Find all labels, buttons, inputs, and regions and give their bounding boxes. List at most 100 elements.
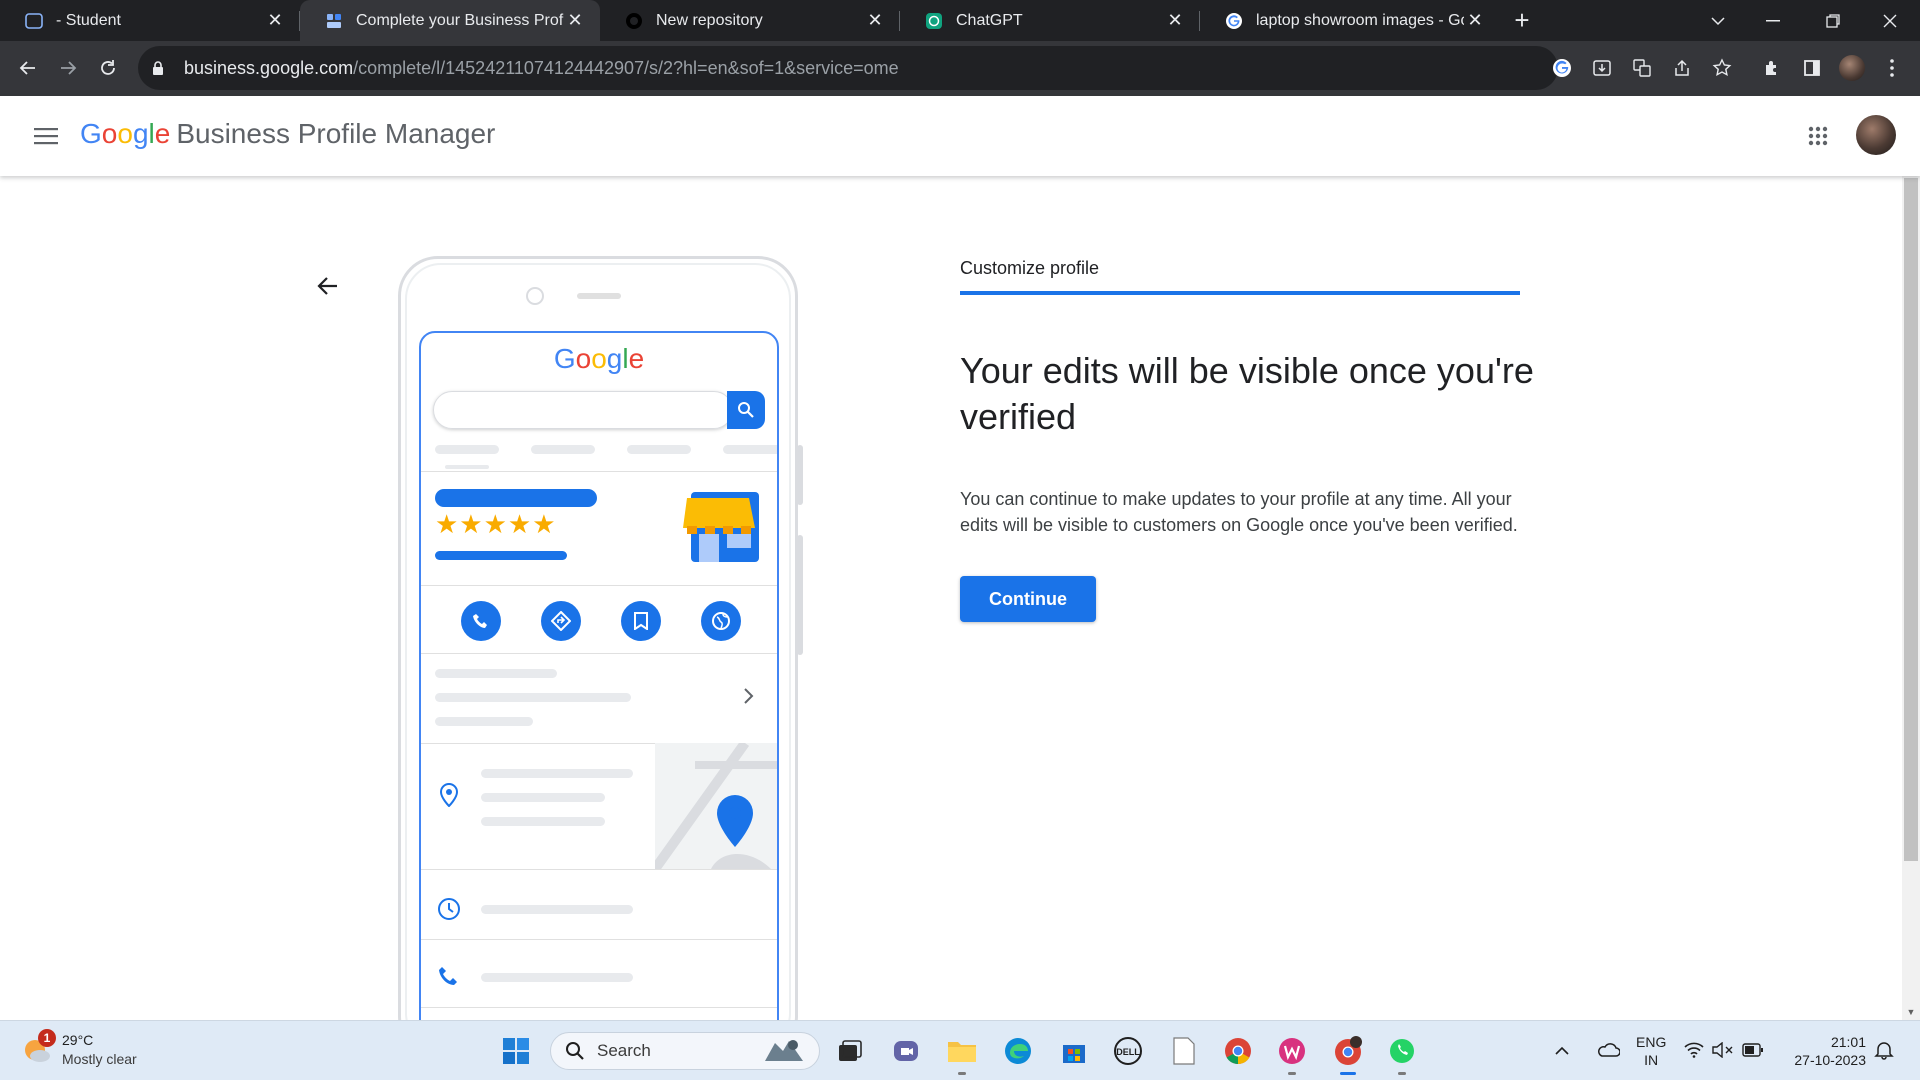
phone-speaker <box>577 293 621 299</box>
close-tab-icon[interactable]: ✕ <box>1164 10 1186 32</box>
close-tab-icon[interactable]: ✕ <box>264 10 286 32</box>
profile-avatar-icon[interactable] <box>1832 48 1872 88</box>
wifi-icon[interactable] <box>1684 1042 1704 1061</box>
app-header: Google Business Profile Manager <box>0 96 1920 176</box>
tab-title: - Student <box>56 11 121 29</box>
chrome-menu-icon[interactable] <box>1872 48 1912 88</box>
forward-arrow-icon[interactable] <box>48 48 88 88</box>
taskbar-search-box[interactable]: Search <box>550 1032 820 1070</box>
scroll-down-arrow-icon[interactable]: ▼ <box>1902 1004 1920 1020</box>
minimize-icon[interactable] <box>1749 0 1797 41</box>
tab-title: Complete your Business Profile <box>356 11 564 29</box>
microsoft-store-icon[interactable] <box>1056 1033 1092 1069</box>
tab-title: laptop showroom images - Goo <box>1256 11 1464 29</box>
notification-bell-icon[interactable] <box>1874 1040 1894 1063</box>
tab-student[interactable]: - Student ✕ <box>0 0 300 41</box>
weather-condition: Mostly clear <box>62 1051 137 1067</box>
chatgpt-icon <box>924 11 944 31</box>
temperature: 29°C <box>62 1032 94 1048</box>
battery-icon[interactable] <box>1742 1042 1764 1060</box>
clock-time: 21:01 <box>1830 1034 1866 1050</box>
moon-cloud-icon: 1 <box>22 1029 56 1065</box>
close-window-icon[interactable] <box>1866 0 1914 41</box>
address-bar[interactable]: business.google.com/complete/l/145242110… <box>138 46 1558 90</box>
main-content: Google ★★★★★ Customize profile Your edit… <box>0 176 1902 1020</box>
reload-icon[interactable] <box>88 48 128 88</box>
extensions-icon[interactable] <box>1752 48 1792 88</box>
tab-chatgpt[interactable]: ChatGPT ✕ <box>900 0 1200 41</box>
new-tab-button[interactable]: + <box>1500 0 1544 41</box>
phone-camera <box>526 287 544 305</box>
call-action-icon <box>461 601 501 641</box>
phone-search-bar <box>433 391 733 429</box>
taskbar-clock[interactable]: 21:01 27-10-2023 <box>1776 1033 1866 1069</box>
lock-icon <box>152 60 172 76</box>
tab-search-chevron-icon[interactable] <box>1694 0 1742 41</box>
phone-search-icon <box>727 391 765 429</box>
windows-start-icon[interactable] <box>498 1033 534 1069</box>
url-host: business.google.com <box>184 57 354 78</box>
phone-illustration: Google ★★★★★ <box>398 256 803 1020</box>
input-language-indicator[interactable]: ENG IN <box>1636 1033 1666 1069</box>
restore-icon[interactable] <box>1809 0 1857 41</box>
location-pin-icon <box>439 782 459 812</box>
storefront-icon <box>683 488 763 569</box>
step-progress-bar <box>960 291 1520 295</box>
weather-badge: 1 <box>38 1029 56 1047</box>
side-panel-icon[interactable] <box>1792 48 1832 88</box>
back-arrow-icon[interactable] <box>308 266 348 306</box>
dell-icon[interactable]: DELL <box>1110 1033 1146 1069</box>
chevron-right-icon <box>743 685 755 711</box>
google-apps-icon[interactable] <box>1798 116 1838 156</box>
tab-title: New repository <box>656 11 763 29</box>
bookmark-star-icon[interactable] <box>1702 48 1742 88</box>
task-view-icon[interactable] <box>832 1033 868 1069</box>
tab-complete-business-profile[interactable]: Complete your Business Profile ✕ <box>300 0 600 41</box>
phone-google-logo: Google <box>553 343 645 374</box>
phone-screen: Google ★★★★★ <box>419 331 779 1020</box>
translate-icon[interactable] <box>1622 48 1662 88</box>
whatsapp-icon[interactable] <box>1384 1033 1420 1075</box>
rating-stars: ★★★★★ <box>435 509 557 539</box>
weather-widget[interactable]: 1 29°C Mostly clear <box>22 1029 137 1069</box>
account-avatar[interactable] <box>1856 115 1896 155</box>
website-action-icon <box>701 601 741 641</box>
business-profile-icon <box>324 11 344 31</box>
scrollbar-thumb[interactable] <box>1904 178 1918 861</box>
show-hidden-icons-chevron-icon[interactable] <box>1552 1046 1572 1056</box>
step-label: Customize profile <box>960 258 1100 278</box>
file-explorer-icon[interactable] <box>944 1033 980 1075</box>
url-path: /complete/l/14524211074124442907/s/2?hl=… <box>353 57 899 78</box>
description-text: You can continue to make updates to your… <box>960 489 1518 535</box>
hamburger-menu-icon[interactable] <box>26 116 66 156</box>
back-arrow-icon[interactable] <box>8 48 48 88</box>
search-icon <box>566 1042 584 1060</box>
chrome-icon[interactable] <box>1220 1033 1256 1069</box>
teams-meet-icon[interactable] <box>888 1033 924 1069</box>
google-lens-icon[interactable] <box>1542 48 1582 88</box>
brand-logo[interactable]: Google Business Profile Manager <box>80 118 495 150</box>
chrome-profile-icon[interactable] <box>1330 1033 1366 1075</box>
onedrive-icon[interactable] <box>1596 1042 1621 1061</box>
share-icon[interactable] <box>1662 48 1702 88</box>
tab-laptop-showroom-images[interactable]: laptop showroom images - Goo ✕ <box>1200 0 1500 41</box>
blank-document-icon[interactable] <box>1166 1033 1202 1069</box>
close-tab-icon[interactable]: ✕ <box>1464 10 1486 32</box>
save-action-icon <box>621 601 661 641</box>
edge-browser-icon[interactable] <box>1000 1033 1036 1069</box>
windows-taskbar: 1 29°C Mostly clear Search DELL ENG IN 2… <box>0 1020 1920 1080</box>
phone-icon <box>437 965 461 994</box>
classroom-icon <box>24 11 44 31</box>
speaker-muted-icon[interactable] <box>1712 1041 1734 1061</box>
wps-office-icon[interactable] <box>1274 1033 1310 1075</box>
github-icon <box>624 11 644 31</box>
continue-button[interactable]: Continue <box>960 576 1096 622</box>
close-tab-icon[interactable]: ✕ <box>864 10 886 32</box>
tab-new-repository[interactable]: New repository ✕ <box>600 0 900 41</box>
close-tab-icon[interactable]: ✕ <box>564 10 586 32</box>
system-tray <box>1552 1021 1621 1080</box>
install-app-icon[interactable] <box>1582 48 1622 88</box>
tab-title: ChatGPT <box>956 11 1023 29</box>
tab-strip: - Student ✕ Complete your Business Profi… <box>0 0 1920 41</box>
page-title: Your edits will be visible once you're v… <box>960 350 1534 437</box>
